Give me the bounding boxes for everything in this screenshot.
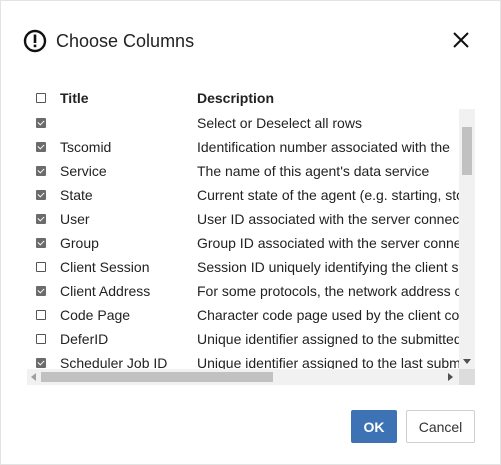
scroll-left-arrow-icon[interactable] [31, 373, 36, 381]
row-title: Group [60, 235, 99, 251]
row-title: Code Page [60, 307, 131, 323]
row-checkbox[interactable] [36, 238, 46, 248]
row-description: Identification number associated with th… [197, 139, 450, 155]
scroll-down-arrow-icon[interactable] [463, 359, 471, 364]
alert-circle-icon [23, 29, 47, 53]
row-description: Current state of the agent (e.g. startin… [197, 187, 459, 203]
table-row[interactable]: Tscomid Identification number associated … [27, 135, 459, 159]
table-row[interactable]: Client Session Session ID uniquely identi… [27, 255, 459, 279]
row-title: DeferID [60, 331, 109, 347]
row-checkbox[interactable] [36, 286, 46, 296]
header-title: Title [60, 90, 89, 106]
ok-button[interactable]: OK [351, 410, 397, 443]
table-row[interactable]: Group Group ID associated with the server… [27, 231, 459, 255]
table-row[interactable]: Select or Deselect all rows [27, 111, 459, 135]
row-description: Character code page used by the client c… [197, 307, 459, 323]
header-description: Description [197, 90, 275, 106]
row-checkbox[interactable] [36, 190, 46, 200]
row-checkbox[interactable] [36, 214, 46, 224]
choose-columns-dialog: Choose Columns Title Description Select … [0, 0, 501, 465]
row-checkbox[interactable] [36, 358, 46, 368]
scroll-right-arrow-icon[interactable] [448, 373, 453, 381]
row-checkbox[interactable] [36, 142, 46, 152]
row-description: For some protocols, the network address … [197, 283, 459, 299]
horizontal-scroll-thumb[interactable] [41, 372, 273, 382]
cancel-button[interactable]: Cancel [406, 410, 475, 443]
table-row[interactable]: State Current state of the agent (e.g. st… [27, 183, 459, 207]
table-row[interactable]: DeferID Unique identifier assigned to the… [27, 327, 459, 351]
columns-table: Title Description Select or Deselect all… [27, 85, 475, 385]
table-row[interactable]: Service The name of this agent's data ser… [27, 159, 459, 183]
row-title: Client Session [60, 259, 150, 275]
row-checkbox[interactable] [36, 166, 46, 176]
row-checkbox[interactable] [36, 118, 46, 128]
close-icon[interactable] [450, 29, 472, 51]
row-description: Unique identifier assigned to the submit… [197, 331, 459, 347]
row-title: Service [60, 163, 107, 179]
table-row[interactable]: Code Page Character code page used by the… [27, 303, 459, 327]
table-row[interactable]: User User ID associated with the server c… [27, 207, 459, 231]
row-description: Group ID associated with the server conn… [197, 235, 459, 251]
row-checkbox[interactable] [36, 262, 46, 272]
row-checkbox[interactable] [36, 334, 46, 344]
header-checkbox[interactable] [36, 93, 46, 103]
dialog-title: Choose Columns [56, 30, 195, 51]
table-header: Title Description [27, 85, 475, 111]
scrollbar-corner [459, 369, 475, 385]
vertical-scroll-thumb[interactable] [462, 127, 472, 175]
row-title: User [60, 211, 90, 227]
vertical-scrollbar[interactable] [459, 109, 475, 369]
row-description: The name of this agent's data service [197, 163, 430, 179]
horizontal-scrollbar[interactable] [27, 369, 459, 385]
row-description: User ID associated with the server conne… [197, 211, 459, 227]
row-checkbox[interactable] [36, 310, 46, 320]
row-title: Client Address [60, 283, 151, 299]
table-row[interactable]: Client Address For some protocols, the ne… [27, 279, 459, 303]
row-description: Select or Deselect all rows [197, 115, 362, 131]
dialog-header: Choose Columns [23, 28, 194, 54]
row-description: Session ID uniquely identifying the clie… [197, 259, 459, 275]
row-title: Tscomid [60, 139, 112, 155]
row-title: State [60, 187, 93, 203]
